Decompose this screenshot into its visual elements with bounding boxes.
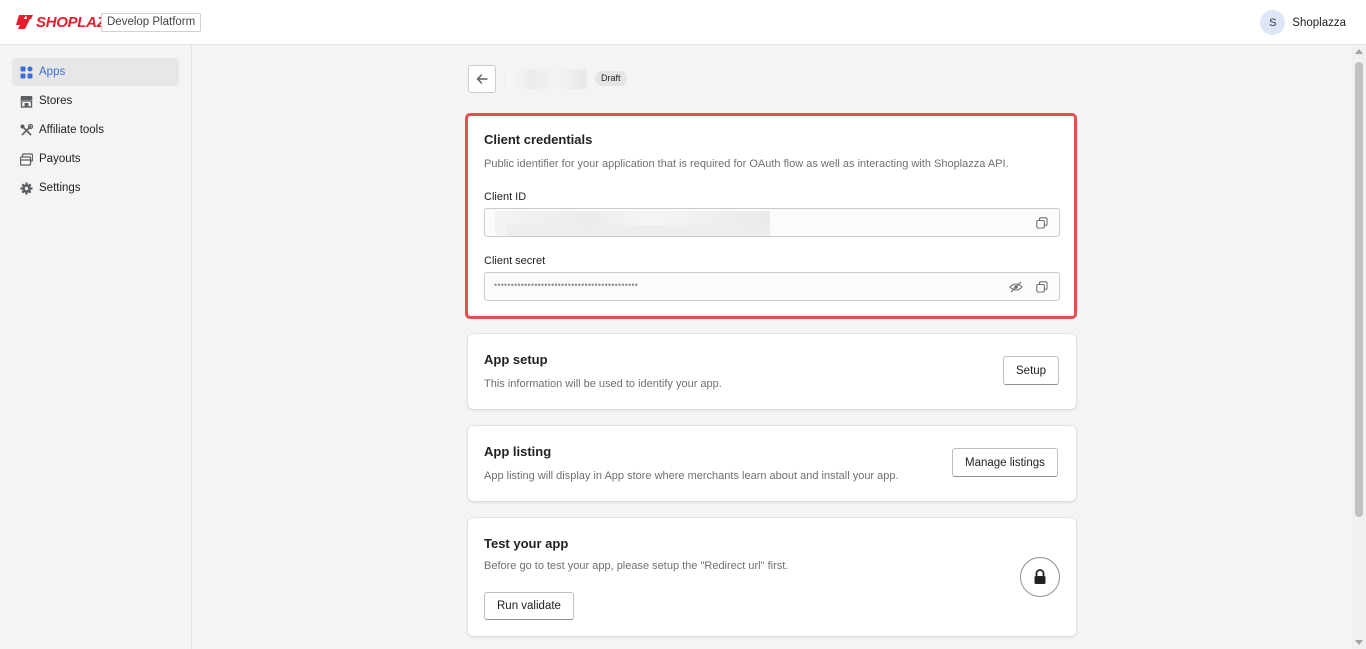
sidebar: Apps Stores Affiliate tools Payouts Sett…	[0, 45, 192, 649]
logo-mark-icon	[16, 15, 33, 29]
client-secret-masked-value: ••••••••••••••••••••••••••••••••••••••••…	[494, 280, 639, 290]
user-menu[interactable]: S Shoplazza	[1260, 10, 1346, 35]
arrow-left-icon	[476, 74, 488, 84]
scroll-down-icon[interactable]	[1355, 640, 1363, 645]
card-description: App listing will display in App store wh…	[484, 470, 899, 482]
back-button[interactable]	[468, 65, 496, 93]
platform-label: Develop Platform	[101, 13, 202, 32]
tools-icon	[20, 123, 33, 137]
client-id-field[interactable]	[484, 208, 1060, 237]
status-badge: Draft	[595, 71, 627, 86]
page-scrollbar[interactable]	[1352, 45, 1366, 649]
user-name: Shoplazza	[1292, 16, 1346, 29]
setup-button[interactable]: Setup	[1003, 356, 1060, 385]
top-bar: SHOPLAZZA Develop Platform S Shoplazza	[0, 0, 1366, 45]
client-secret-field[interactable]: ••••••••••••••••••••••••••••••••••••••••…	[484, 272, 1060, 301]
sidebar-item-label: Affiliate tools	[39, 124, 104, 136]
store-icon	[20, 95, 33, 108]
client-id-label: Client ID	[484, 191, 527, 203]
app-setup-card: App setup This information will be used …	[468, 334, 1076, 409]
card-description: Public identifier for your application t…	[484, 158, 1009, 170]
client-secret-label: Client secret	[484, 255, 546, 267]
card-description: This information will be used to identif…	[484, 378, 722, 390]
app-listing-card: App listing App listing will display in …	[468, 426, 1076, 501]
sidebar-item-stores[interactable]: Stores	[12, 87, 179, 115]
gear-icon	[20, 182, 33, 195]
card-title: App setup	[484, 352, 548, 367]
card-title: Client credentials	[484, 132, 593, 147]
client-credentials-card: Client credentials Public identifier for…	[468, 116, 1076, 316]
copy-icon[interactable]	[1034, 279, 1050, 295]
sidebar-item-affiliate-tools[interactable]: Affiliate tools	[12, 116, 179, 144]
avatar: S	[1260, 10, 1286, 35]
sidebar-item-label: Stores	[39, 95, 73, 107]
payouts-icon	[20, 152, 33, 166]
sidebar-item-apps[interactable]: Apps	[12, 58, 179, 86]
scroll-up-icon[interactable]	[1355, 49, 1363, 54]
card-description: Before go to test your app, please setup…	[484, 560, 789, 572]
test-app-card: Test your app Before go to test your app…	[468, 518, 1076, 636]
app-name-redacted	[507, 69, 587, 89]
lock-icon	[1020, 557, 1060, 597]
copy-icon[interactable]	[1034, 215, 1050, 231]
eye-off-icon[interactable]	[1008, 279, 1024, 295]
card-title: App listing	[484, 444, 552, 459]
sidebar-item-label: Apps	[39, 66, 66, 78]
sidebar-item-label: Settings	[39, 182, 81, 194]
card-title: Test your app	[484, 536, 569, 551]
sidebar-item-label: Payouts	[39, 153, 81, 165]
manage-listings-button[interactable]: Manage listings	[952, 448, 1058, 477]
client-id-redacted-2	[507, 225, 770, 236]
apps-icon	[20, 66, 33, 79]
scroll-thumb[interactable]	[1355, 62, 1363, 517]
run-validate-button[interactable]: Run validate	[484, 592, 574, 620]
main-content: Draft Client credentials Public identifi…	[192, 45, 1352, 649]
sidebar-item-settings[interactable]: Settings	[12, 174, 179, 202]
sidebar-item-payouts[interactable]: Payouts	[12, 145, 179, 173]
